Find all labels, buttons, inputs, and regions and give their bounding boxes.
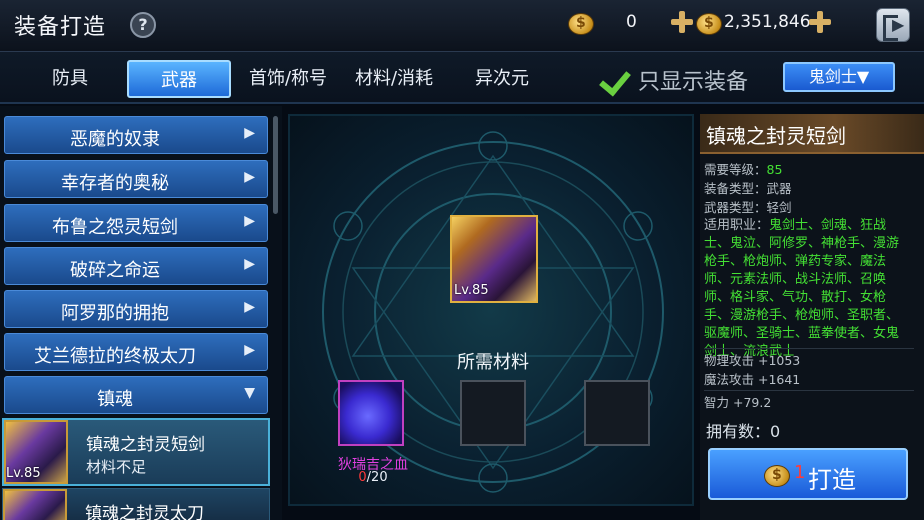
- material-slot-empty: [460, 380, 526, 446]
- category-label: 布鲁之怨灵短剑: [52, 217, 178, 238]
- result-item-level: Lv.85: [454, 283, 489, 298]
- item-level: Lv.85: [6, 466, 41, 481]
- divider: [704, 348, 914, 349]
- arrow-right-icon: ▶: [244, 125, 255, 141]
- category-item[interactable]: 布鲁之怨灵短剑 ▶: [4, 204, 268, 242]
- arrow-right-icon: ▶: [244, 169, 255, 185]
- category-label: 艾兰德拉的终极太刀: [34, 346, 196, 367]
- add-currency2-button[interactable]: [808, 10, 832, 34]
- craft-button[interactable]: 1 打造: [708, 448, 908, 500]
- tab-armor[interactable]: 防具: [14, 60, 126, 98]
- required-level: 需要等级：85: [704, 161, 782, 178]
- craft-button-label: 打造: [808, 466, 856, 494]
- detail-item-name: 镇魂之封灵短剑: [700, 114, 924, 154]
- tab-dimension[interactable]: 异次元: [452, 60, 552, 98]
- category-item[interactable]: 艾兰德拉的终极太刀 ▶: [4, 333, 268, 371]
- tab-material[interactable]: 材料/消耗: [344, 60, 444, 98]
- class-select[interactable]: 鬼剑士▼: [783, 62, 895, 92]
- intelligence-stat: 智力 +79.2: [704, 395, 772, 410]
- category-item[interactable]: 恶魔的奴隶 ▶: [4, 116, 268, 154]
- list-scrollbar[interactable]: [273, 116, 278, 214]
- arrow-right-icon: ▶: [244, 256, 255, 272]
- divider: [704, 390, 914, 391]
- item-detail-panel: 镇魂之封灵短剑 需要等级：85 装备类型：武器 武器类型：轻剑 适用职业：鬼剑士…: [700, 114, 924, 520]
- list-item[interactable]: 镇魂之封灵太刀: [2, 488, 270, 520]
- applicable-jobs: 适用职业：鬼剑士、剑魂、狂战士、鬼泣、阿修罗、神枪手、漫游枪手、枪炮师、弹药专家…: [704, 217, 910, 361]
- list-item-selected[interactable]: Lv.85 镇魂之封灵短剑 材料不足: [2, 418, 270, 486]
- category-item-expanded[interactable]: 镇魂 ▼: [4, 376, 268, 414]
- currency1-value: 0: [626, 12, 637, 32]
- weapon-type: 武器类型：轻剑: [704, 200, 792, 215]
- tab-accessory[interactable]: 首饰/称号: [238, 60, 338, 98]
- help-icon[interactable]: ?: [130, 12, 156, 38]
- equip-type: 装备类型：武器: [704, 181, 792, 196]
- coin-icon: [568, 13, 594, 35]
- material-need: /20: [366, 470, 388, 485]
- material-slot-empty: [584, 380, 650, 446]
- materials-title: 所需材料: [457, 352, 529, 373]
- top-bar: 装备打造 ? 0 2,351,846: [0, 0, 924, 52]
- page-title: 装备打造: [14, 15, 107, 40]
- exit-icon[interactable]: [876, 8, 910, 42]
- item-name: 镇魂之封灵短剑: [86, 435, 205, 455]
- result-item-slot[interactable]: Lv.85: [450, 215, 538, 303]
- material-have: 0: [358, 470, 367, 485]
- category-list: 恶魔的奴隶 ▶ 幸存者的奥秘 ▶ 布鲁之怨灵短剑 ▶ 破碎之命运 ▶ 阿罗那的拥…: [0, 106, 282, 520]
- gold-coin-icon: [696, 13, 722, 35]
- jobs-list: 鬼剑士、剑魂、狂战士、鬼泣、阿修罗、神枪手、漫游枪手、枪炮师、弹药专家、魔法师、…: [704, 218, 900, 359]
- magic-attack: 魔法攻击 +1641: [704, 372, 801, 387]
- required-level-value: 85: [766, 162, 783, 177]
- category-label: 恶魔的奴隶: [70, 129, 160, 150]
- coin-icon: [764, 465, 790, 487]
- checkmark-icon[interactable]: [600, 64, 632, 94]
- category-item[interactable]: 阿罗那的拥抱 ▶: [4, 290, 268, 328]
- tab-weapon[interactable]: 武器: [127, 60, 231, 98]
- item-name: 镇魂之封灵太刀: [85, 504, 204, 520]
- required-level-label: 需要等级：: [704, 162, 767, 177]
- category-label: 幸存者的奥秘: [61, 173, 169, 194]
- item-thumbnail: [3, 489, 67, 520]
- category-item[interactable]: 破碎之命运 ▶: [4, 247, 268, 285]
- category-item[interactable]: 幸存者的奥秘 ▶: [4, 160, 268, 198]
- material-count: 0/20: [328, 470, 418, 485]
- arrow-right-icon: ▶: [244, 299, 255, 315]
- arrow-right-icon: ▶: [244, 213, 255, 229]
- magic-circle-decoration: [322, 131, 664, 493]
- show-equipment-only-label[interactable]: 只显示装备: [638, 64, 748, 96]
- add-currency1-button[interactable]: [670, 10, 694, 34]
- craft-cost: 1: [794, 462, 806, 483]
- owned-count: 拥有数：0: [706, 422, 781, 441]
- category-label: 镇魂: [97, 389, 133, 410]
- currency2-value: 2,351,846: [724, 12, 811, 32]
- jobs-label: 适用职业：: [704, 218, 770, 233]
- item-status: 材料不足: [86, 458, 147, 476]
- category-label: 破碎之命运: [70, 260, 160, 281]
- material-slot-blood-icon[interactable]: [338, 380, 404, 446]
- arrow-down-icon: ▼: [244, 385, 255, 401]
- physical-attack: 物理攻击 +1053: [704, 353, 801, 368]
- arrow-right-icon: ▶: [244, 342, 255, 358]
- crafting-area: Lv.85 所需材料 狄瑞吉之血 0/20: [288, 114, 694, 506]
- category-label: 阿罗那的拥抱: [61, 303, 169, 324]
